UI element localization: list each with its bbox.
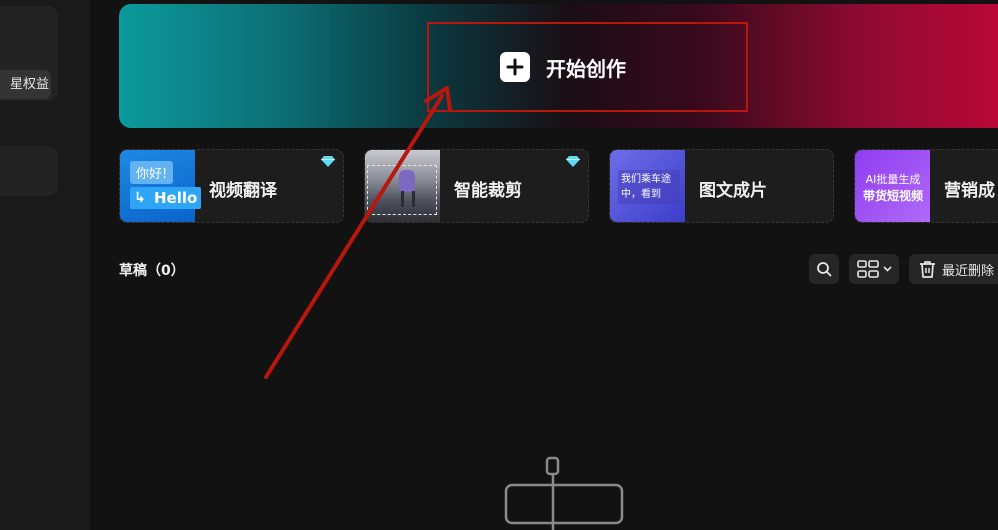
image-text-thumbnail: 我们乘车途中，看到 xyxy=(610,150,685,222)
member-benefits-button[interactable]: 星权益 xyxy=(0,70,51,99)
thumbnail-caption: AI批量生成 带货短视频 xyxy=(860,172,926,204)
marketing-thumbnail: AI批量生成 带货短视频 xyxy=(855,150,930,222)
tool-label: 营销成 xyxy=(944,181,995,201)
recently-deleted-label: 最近删除 xyxy=(942,263,995,279)
diamond-icon xyxy=(321,156,335,167)
thumbnail-line-2: 带货短视频 xyxy=(862,189,923,203)
search-button[interactable] xyxy=(809,254,839,284)
recently-deleted-button[interactable]: 最近删除 xyxy=(909,254,998,284)
start-creation-label: 开始创作 xyxy=(546,56,626,81)
start-creation-button[interactable]: 开始创作 xyxy=(500,52,626,82)
chevron-down-icon xyxy=(882,266,892,272)
tool-card-marketing-video[interactable]: AI批量生成 带货短视频 营销成 xyxy=(854,149,998,223)
tool-card-smart-crop[interactable]: 智能裁剪 xyxy=(364,149,589,223)
tool-card-image-text-video[interactable]: 我们乘车途中，看到 图文成片 xyxy=(609,149,834,223)
thumbnail-caption: 我们乘车途中，看到 xyxy=(618,170,680,204)
tool-label: 智能裁剪 xyxy=(454,181,522,201)
thumbnail-text-nihao: 你好! xyxy=(130,161,174,184)
smart-crop-thumbnail xyxy=(365,150,440,222)
tool-label: 视频翻译 xyxy=(209,181,277,201)
tool-card-video-translate[interactable]: 你好! Hello ↳ 视频翻译 xyxy=(119,149,344,223)
view-mode-dropdown[interactable] xyxy=(849,254,899,284)
grid-view-icon xyxy=(856,260,879,278)
empty-drafts-illustration xyxy=(504,456,624,530)
trash-icon xyxy=(920,261,935,278)
sidebar-account-card[interactable]: 星权益 xyxy=(0,6,58,101)
start-creation-banner[interactable]: 开始创作 xyxy=(119,4,998,128)
crop-frame xyxy=(367,165,437,215)
drafts-title: 草稿（0） xyxy=(119,263,185,279)
turn-arrow-icon: ↳ xyxy=(134,190,146,206)
thumbnail-line-1: AI批量生成 xyxy=(865,173,921,186)
search-icon xyxy=(817,262,832,277)
tool-label: 图文成片 xyxy=(699,181,767,201)
plus-icon xyxy=(500,52,530,82)
sidebar: 星权益 xyxy=(0,0,90,530)
sidebar-menu-card[interactable] xyxy=(0,146,58,196)
video-translate-thumbnail: 你好! Hello ↳ xyxy=(120,150,202,222)
diamond-icon xyxy=(566,156,580,167)
